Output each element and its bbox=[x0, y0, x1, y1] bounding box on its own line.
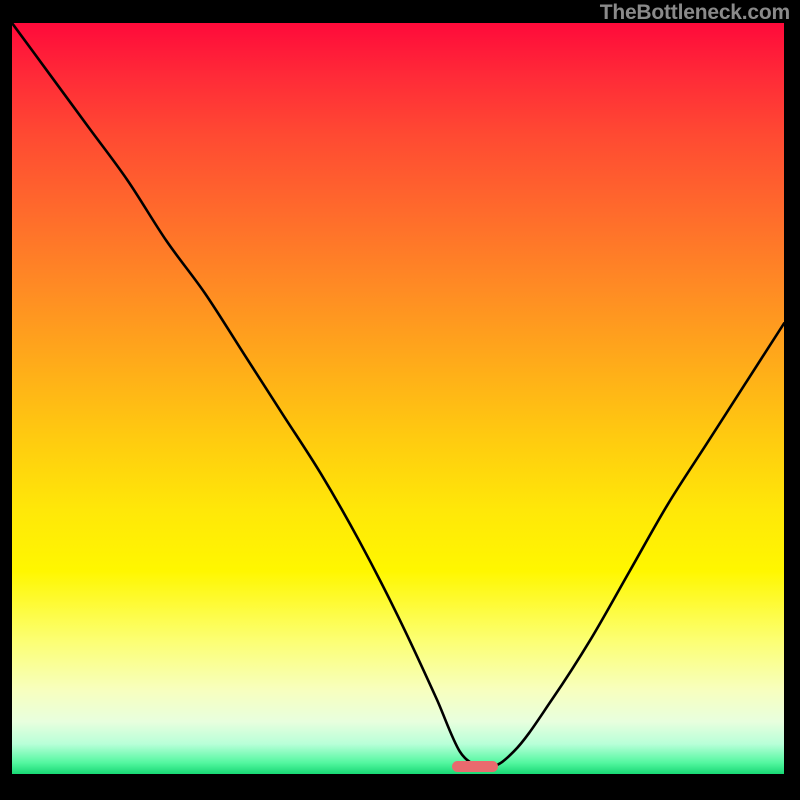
chart-frame bbox=[12, 23, 784, 787]
plot-area bbox=[12, 23, 784, 787]
bottleneck-curve-right bbox=[475, 323, 784, 766]
curve-layer bbox=[12, 23, 784, 787]
bottleneck-curve-left bbox=[12, 23, 475, 766]
watermark-text: TheBottleneck.com bbox=[600, 1, 790, 25]
optimal-marker bbox=[452, 761, 498, 772]
